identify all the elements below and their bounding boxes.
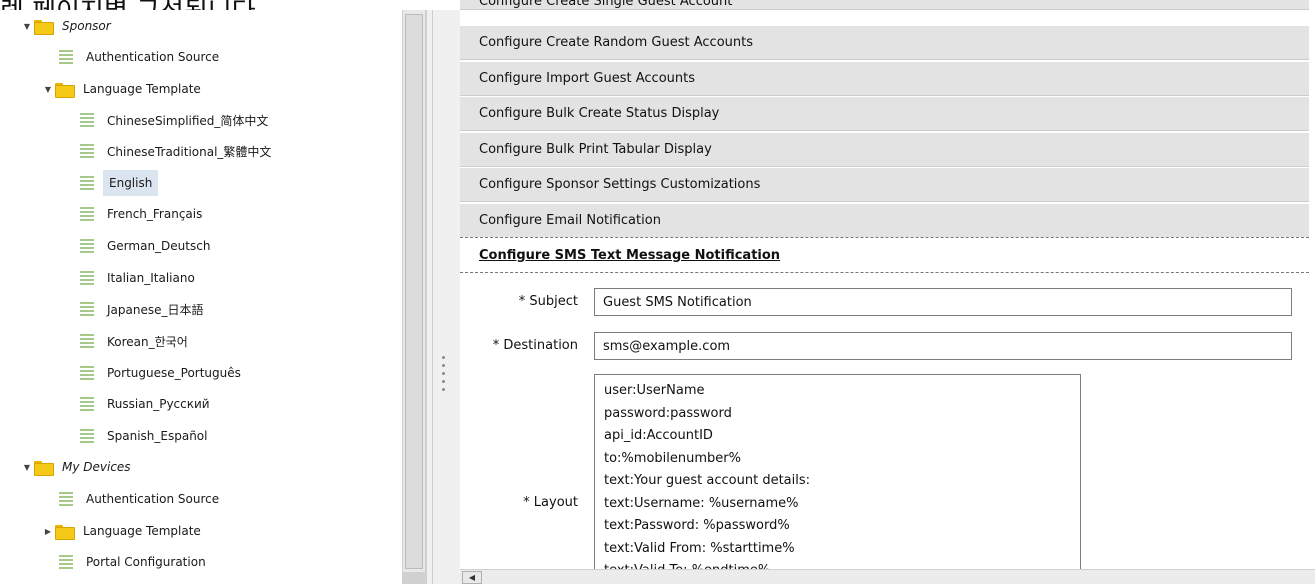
accordion-item[interactable]: Configure Create Random Guest Accounts xyxy=(460,25,1309,60)
tree-scrollbar-thumb[interactable] xyxy=(405,14,423,569)
subject-input[interactable] xyxy=(594,288,1292,316)
tree-item[interactable]: ▼ My Devices xyxy=(20,454,135,480)
layout-line: text:Password: %password% xyxy=(604,518,790,533)
document-icon xyxy=(80,112,94,128)
layout-line: user:UserName xyxy=(604,383,705,398)
tree-item[interactable]: ▶ Language Template xyxy=(41,518,205,544)
tree-item-label: German_Deutsch xyxy=(107,239,211,253)
tree-item[interactable]: ChineseSimplified_简体中文 xyxy=(80,107,272,133)
folder-icon xyxy=(55,82,75,98)
tree-scrollbar[interactable] xyxy=(402,10,427,584)
tree-item[interactable]: ChineseTraditional_繁體中文 xyxy=(80,138,275,164)
subject-label: * Subject xyxy=(518,294,578,309)
destination-label: * Destination xyxy=(492,338,578,353)
folder-icon xyxy=(55,524,75,540)
tree-item-label: Spanish_Español xyxy=(107,429,208,443)
document-icon xyxy=(80,301,94,317)
tree-item[interactable]: English xyxy=(80,170,159,196)
layout-line: text:Valid From: %starttime% xyxy=(604,540,795,556)
tree-item[interactable]: Authentication Source xyxy=(59,486,223,512)
layout-line: text:Your guest account details: xyxy=(604,473,811,488)
document-icon xyxy=(80,143,94,159)
triangle-right-icon[interactable]: ▶ xyxy=(41,527,55,536)
tree-item[interactable]: Korean_한국어 xyxy=(80,328,192,354)
tree-item[interactable]: Spanish_Español xyxy=(80,423,211,449)
splitter-grip-icon[interactable] xyxy=(442,356,446,400)
layout-line: password:password xyxy=(604,405,732,421)
document-icon xyxy=(80,206,94,222)
tree-item-label: Language Template xyxy=(83,82,201,96)
tree-item-label: Authentication Source xyxy=(86,492,220,506)
tree-item[interactable]: German_Deutsch xyxy=(80,233,214,259)
tree-item[interactable]: Authentication Source xyxy=(59,44,223,70)
tree-item-label: Japanese_日本語 xyxy=(107,302,204,317)
triangle-down-icon[interactable]: ▼ xyxy=(20,22,34,31)
tree-item-label: Authentication Source xyxy=(86,50,220,64)
accordion-item[interactable]: Configure Email Notification xyxy=(460,202,1309,238)
accordion-item[interactable]: Configure Import Guest Accounts xyxy=(460,60,1309,96)
panel-splitter[interactable] xyxy=(426,10,460,584)
triangle-down-icon[interactable]: ▼ xyxy=(20,463,34,472)
splitter-line xyxy=(432,10,433,584)
document-icon xyxy=(80,333,94,349)
tree-item[interactable]: Portal Configuration xyxy=(59,549,210,575)
accordion-item[interactable]: Configure Bulk Create Status Display xyxy=(460,96,1309,131)
document-icon xyxy=(59,554,73,570)
tree-item-label: French_Français xyxy=(107,207,203,221)
accordion-item[interactable]: Configure Sponsor Settings Customization… xyxy=(460,167,1309,202)
document-icon xyxy=(80,428,94,444)
destination-input[interactable] xyxy=(594,332,1292,360)
navigation-tree: ▼ Sponsor Authentication Source ▼ Language T… xyxy=(0,10,402,584)
layout-line: text:Username: %username% xyxy=(604,495,799,511)
layout-line: api_id:AccountID xyxy=(604,428,713,443)
accordion-item-create-single-guest[interactable]: Configure Create Single Guest Account xyxy=(460,0,1309,10)
tree-item[interactable]: Russian_Русский xyxy=(80,391,214,417)
document-icon xyxy=(59,491,73,507)
document-icon xyxy=(80,270,94,286)
tree-item-label: Korean_한국어 xyxy=(107,334,188,349)
configuration-content: Configure Create Single Guest Account Co… xyxy=(460,0,1315,584)
layout-line: to:%mobilenumber% xyxy=(604,450,741,466)
tree-item-label: Portuguese_Português xyxy=(107,366,241,380)
triangle-down-icon[interactable]: ▼ xyxy=(41,85,55,94)
tree-item[interactable]: Japanese_日本語 xyxy=(80,296,208,322)
tree-item[interactable]: Italian_Italiano xyxy=(80,265,199,291)
tree-item-label: Portal Configuration xyxy=(86,555,206,569)
tree-item[interactable]: ▼ Language Template xyxy=(41,76,205,102)
layout-textarea[interactable]: user:UserName password:password api_id:Acc… xyxy=(594,374,1081,584)
folder-icon xyxy=(34,460,54,476)
tree-item[interactable]: Portuguese_Português xyxy=(80,360,245,386)
folder-icon xyxy=(34,19,54,35)
tree-item-label: ChineseTraditional_繁體中文 xyxy=(107,144,272,159)
layout-label: * Layout xyxy=(523,495,578,510)
content-horizontal-scrollbar[interactable]: ◀ xyxy=(460,569,1315,584)
document-icon xyxy=(59,49,73,65)
tree-item-label: English xyxy=(103,170,159,196)
tree-item-label: Language Template xyxy=(83,524,201,538)
tree-item-label: ChineseSimplified_简体中文 xyxy=(107,113,269,128)
tree-scrollbar-bottom xyxy=(403,572,427,584)
tree-item-label: Sponsor xyxy=(62,19,111,33)
tree-item-label: Russian_Русский xyxy=(107,397,210,411)
document-icon xyxy=(80,365,94,381)
accordion-item-sms-notification[interactable]: Configure SMS Text Message Notification xyxy=(460,237,1309,273)
document-icon xyxy=(80,175,94,191)
accordion-item[interactable]: Configure Bulk Print Tabular Display xyxy=(460,131,1309,167)
tree-item-label: My Devices xyxy=(62,460,131,474)
document-icon xyxy=(80,396,94,412)
tree-item-label: Italian_Italiano xyxy=(107,271,195,285)
tree-item[interactable]: French_Français xyxy=(80,201,206,227)
scroll-left-arrow-icon[interactable]: ◀ xyxy=(462,571,482,584)
tree-item[interactable]: ▼ Sponsor xyxy=(20,13,115,39)
document-icon xyxy=(80,238,94,254)
